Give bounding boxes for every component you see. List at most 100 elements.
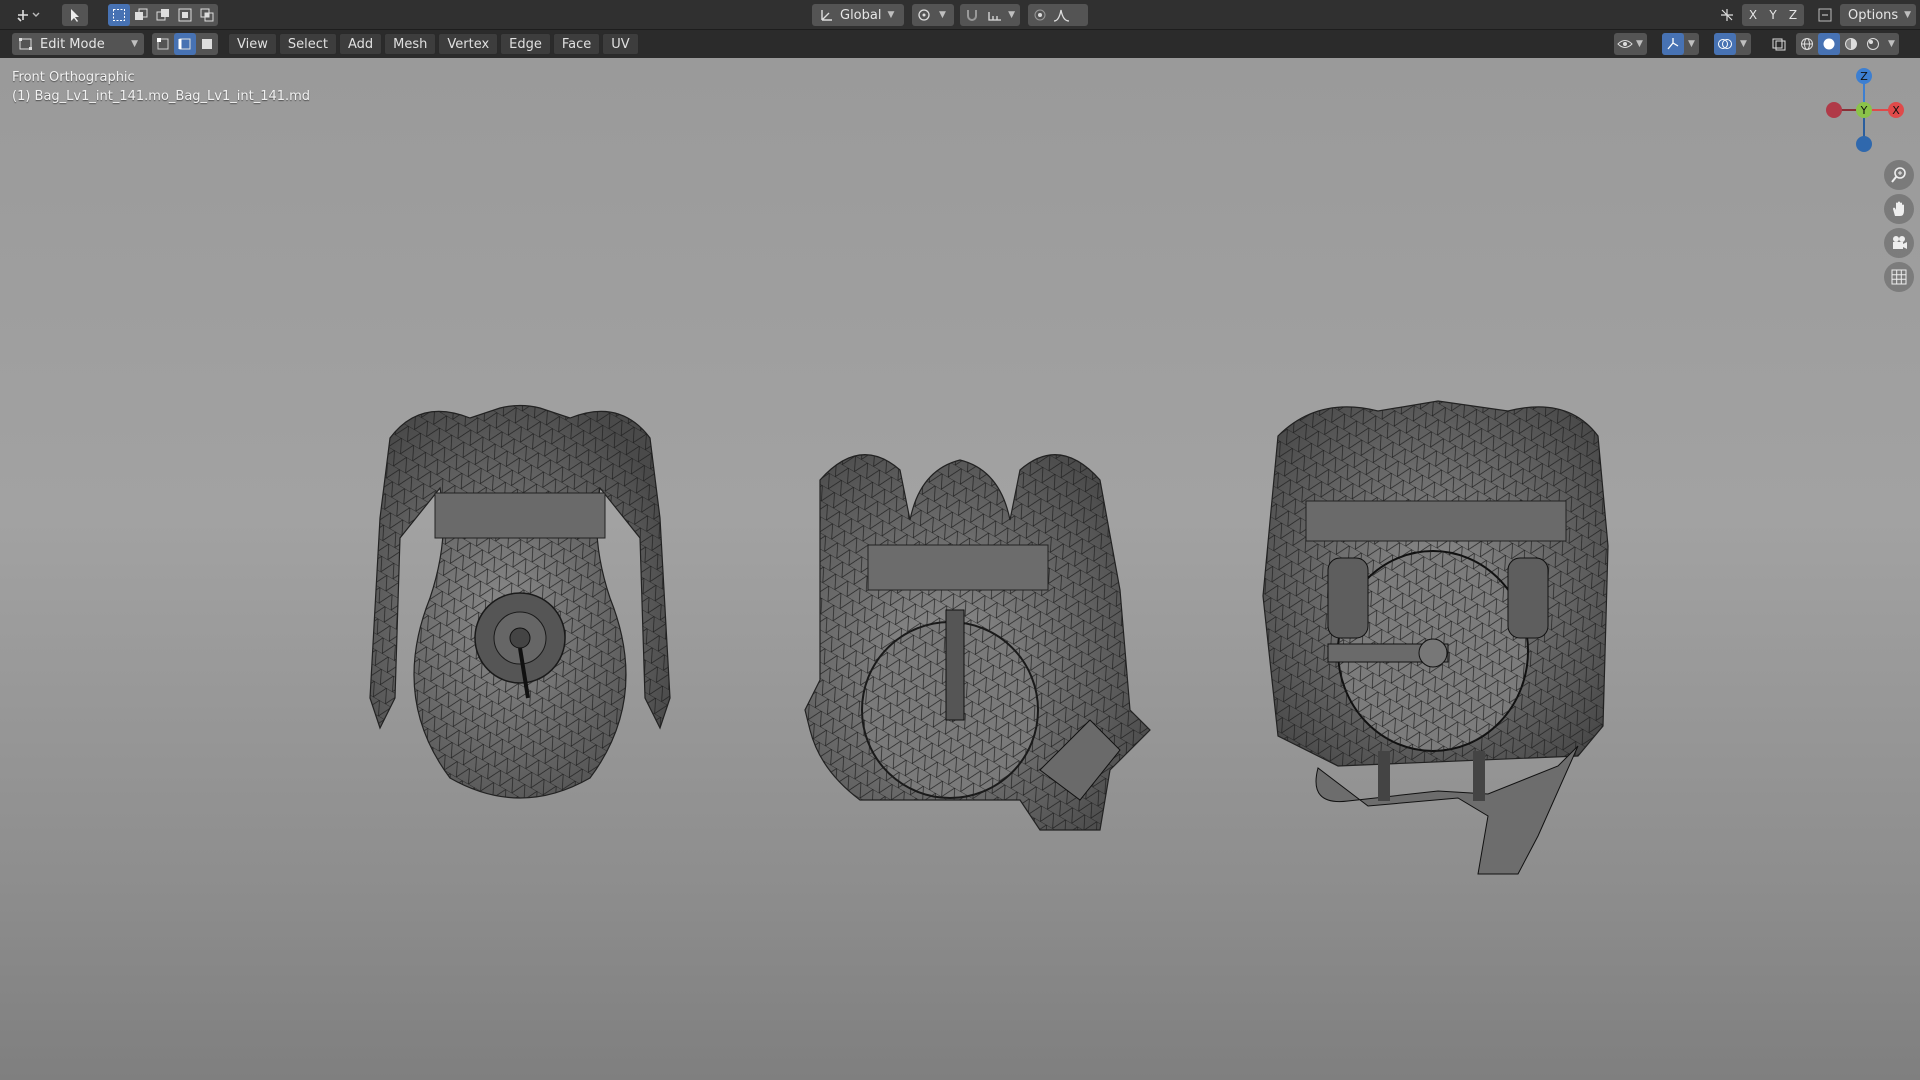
mirror-x-toggle[interactable]: X bbox=[1744, 4, 1762, 26]
auto-merge-button[interactable] bbox=[1814, 4, 1836, 26]
gizmo-neg-x[interactable] bbox=[1826, 102, 1842, 118]
navigation-gizmo[interactable]: Z X Y bbox=[1818, 64, 1910, 156]
selection-mode-group bbox=[108, 4, 218, 26]
gizmo-toggle-button[interactable] bbox=[1716, 4, 1738, 26]
select-extend-button[interactable] bbox=[130, 4, 152, 26]
auto-merge-icon bbox=[1818, 8, 1832, 22]
chevron-down-icon: ▼ bbox=[1008, 10, 1015, 20]
zoom-button[interactable] bbox=[1884, 160, 1914, 190]
menu-uv[interactable]: UV bbox=[602, 33, 639, 55]
mirror-y-toggle[interactable]: Y bbox=[1764, 4, 1782, 26]
eye-icon bbox=[1614, 33, 1636, 55]
proportional-editing-dropdown[interactable] bbox=[1028, 4, 1088, 26]
camera-view-button[interactable] bbox=[1884, 228, 1914, 258]
transform-orientation-dropdown[interactable]: Global ▼ bbox=[812, 4, 904, 26]
gizmo-icon bbox=[1662, 33, 1684, 55]
chevron-down-icon: ▼ bbox=[939, 10, 946, 20]
overlays-dropdown[interactable]: ▼ bbox=[1714, 33, 1751, 55]
magnet-icon bbox=[967, 10, 977, 21]
select-subtract-icon bbox=[156, 9, 169, 21]
menu-view[interactable]: View bbox=[228, 33, 277, 55]
pivot-point-dropdown[interactable]: ▼ bbox=[912, 4, 954, 26]
chevron-down-icon: ▼ bbox=[1740, 39, 1747, 49]
menu-face[interactable]: Face bbox=[552, 33, 601, 55]
chevron-down-icon: ▼ bbox=[1636, 39, 1643, 49]
select-invert-icon bbox=[178, 8, 192, 22]
menu-vertex[interactable]: Vertex bbox=[438, 33, 499, 55]
overlays-icon bbox=[1714, 33, 1736, 55]
vertex-select-button[interactable] bbox=[152, 33, 174, 55]
xray-toggle[interactable] bbox=[1768, 33, 1790, 55]
mesh-select-mode-group bbox=[152, 33, 218, 55]
ortho-toggle-button[interactable] bbox=[1884, 262, 1914, 292]
gizmo-z-label: Z bbox=[1860, 70, 1868, 83]
solid-sphere-icon bbox=[1823, 38, 1835, 50]
chevron-down-icon: ▼ bbox=[1904, 10, 1912, 20]
top-header: Global ▼ ▼ ▼ X Y Z Options ▼ bbox=[0, 0, 1920, 30]
select-new-button[interactable] bbox=[108, 4, 130, 26]
rendered-sphere-icon bbox=[1867, 38, 1879, 50]
orientation-axes-icon bbox=[821, 10, 832, 21]
grid-icon bbox=[1891, 269, 1907, 285]
visibility-dropdown[interactable]: ▼ bbox=[1614, 33, 1647, 55]
face-select-button[interactable] bbox=[196, 33, 218, 55]
mirror-axes-icon bbox=[1721, 9, 1733, 21]
select-extend-icon bbox=[135, 8, 148, 20]
select-invert-button[interactable] bbox=[174, 4, 196, 26]
chevron-down-icon: ▼ bbox=[1688, 39, 1695, 49]
menu-bar: View Select Add Mesh Vertex Edge Face UV bbox=[228, 33, 639, 55]
cursor-arrow-icon bbox=[71, 9, 79, 22]
select-intersect-button[interactable] bbox=[196, 4, 218, 26]
editor-type-icon bbox=[17, 10, 40, 22]
bag-mesh-back[interactable] bbox=[1258, 396, 1628, 876]
edge-select-button[interactable] bbox=[174, 33, 196, 55]
wireframe-shading-button[interactable] bbox=[1796, 33, 1818, 55]
transform-orientation-label: Global bbox=[840, 7, 882, 23]
select-intersect-icon bbox=[200, 8, 214, 22]
editor-type-button[interactable] bbox=[10, 4, 46, 26]
mode-selector[interactable]: Edit Mode ▼ bbox=[12, 33, 144, 55]
menu-add[interactable]: Add bbox=[338, 33, 383, 55]
active-object-label: (1) Bag_Lv1_int_141.mo_Bag_Lv1_int_141.m… bbox=[12, 89, 311, 104]
menu-select[interactable]: Select bbox=[278, 33, 337, 55]
options-dropdown[interactable]: Options ▼ bbox=[1840, 4, 1916, 26]
material-sphere-icon bbox=[1845, 38, 1857, 50]
xray-icon bbox=[1768, 33, 1790, 55]
options-label: Options bbox=[1848, 7, 1899, 23]
mirror-z-toggle[interactable]: Z bbox=[1784, 4, 1802, 26]
rendered-shading-button[interactable] bbox=[1862, 33, 1884, 55]
bag-mesh-front[interactable] bbox=[360, 398, 680, 838]
camera-icon bbox=[1893, 236, 1907, 249]
zoom-magnifier-icon bbox=[1891, 167, 1906, 183]
chevron-down-icon: ▼ bbox=[1888, 39, 1895, 49]
gizmo-dropdown[interactable]: ▼ bbox=[1662, 33, 1699, 55]
wireframe-sphere-icon bbox=[1801, 38, 1813, 50]
3d-viewport[interactable]: Front Orthographic (1) Bag_Lv1_int_141.m… bbox=[0, 58, 1920, 1080]
menu-edge[interactable]: Edge bbox=[500, 33, 551, 55]
gizmo-x-label: X bbox=[1892, 104, 1900, 117]
pan-button[interactable] bbox=[1884, 194, 1914, 224]
solid-shading-button[interactable] bbox=[1818, 33, 1840, 55]
viewport-header: Edit Mode ▼ View Select Add Mesh Vertex … bbox=[0, 30, 1920, 58]
vertex-select-icon bbox=[157, 38, 169, 50]
face-select-icon bbox=[202, 39, 212, 49]
view-name-label: Front Orthographic bbox=[12, 70, 135, 85]
gizmo-y-label: Y bbox=[1860, 104, 1868, 117]
edge-select-icon bbox=[178, 38, 191, 50]
hand-icon bbox=[1893, 201, 1904, 216]
proportional-edit-icon bbox=[1034, 9, 1046, 21]
shading-mode-group: ▼ bbox=[1796, 33, 1899, 55]
gizmo-neg-z[interactable] bbox=[1856, 136, 1872, 152]
mirror-axis-group: X Y Z bbox=[1742, 4, 1804, 26]
viewport-info: Front Orthographic (1) Bag_Lv1_int_141.m… bbox=[12, 68, 310, 106]
select-tool-button[interactable] bbox=[62, 4, 88, 26]
chevron-down-icon: ▼ bbox=[887, 10, 895, 20]
menu-mesh[interactable]: Mesh bbox=[384, 33, 437, 55]
material-shading-button[interactable] bbox=[1840, 33, 1862, 55]
edit-mode-icon bbox=[19, 38, 32, 50]
select-subtract-button[interactable] bbox=[152, 4, 174, 26]
bag-mesh-side[interactable] bbox=[800, 440, 1160, 840]
chevron-down-icon: ▼ bbox=[131, 39, 138, 49]
snapping-dropdown[interactable]: ▼ bbox=[960, 4, 1020, 26]
pivot-point-icon bbox=[918, 9, 930, 21]
